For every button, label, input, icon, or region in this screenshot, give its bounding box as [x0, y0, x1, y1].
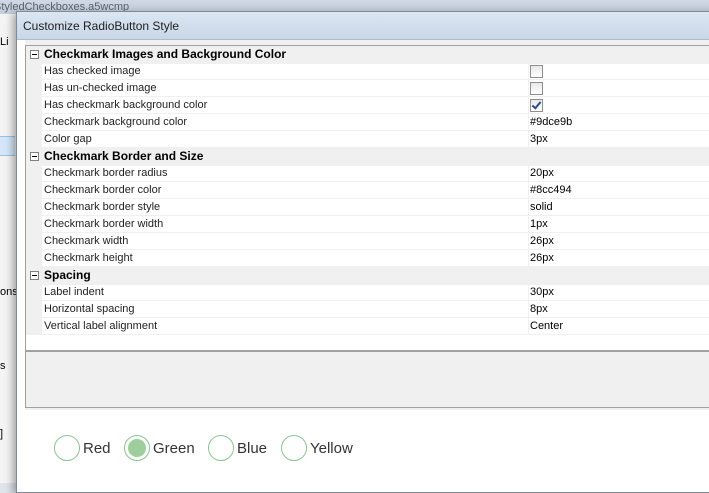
property-value	[528, 63, 709, 80]
property-name: Checkmark border radius	[42, 165, 529, 182]
dialog-title: Customize RadioButton Style	[23, 19, 180, 33]
property-row[interactable]: Vertical label alignment Center	[26, 318, 709, 335]
radio-label: Red	[83, 439, 111, 457]
property-row[interactable]: Checkmark border width 1px	[26, 216, 709, 233]
property-name: Has checkmark background color	[42, 97, 529, 114]
background-selected-row	[0, 136, 15, 156]
property-row[interactable]: Color gap 3px	[26, 131, 709, 148]
property-row[interactable]: Has un-checked image	[26, 80, 709, 97]
background-text-fragment: ]	[0, 428, 4, 440]
property-row[interactable]: Horizontal spacing 8px	[26, 301, 709, 318]
background-text-fragment: ons	[0, 286, 16, 298]
property-row[interactable]: Has checked image	[26, 63, 709, 80]
property-name: Checkmark border color	[42, 182, 529, 199]
property-name: Checkmark width	[42, 233, 529, 250]
radio-option-blue[interactable]: Blue	[208, 433, 267, 463]
radio-option-red[interactable]: Red	[54, 433, 111, 463]
property-row[interactable]: Checkmark border color #8cc494	[26, 182, 709, 199]
background-text-fragment: Li	[0, 36, 9, 48]
has-unchecked-image-checkbox[interactable]	[530, 82, 543, 95]
has-checked-image-checkbox[interactable]	[530, 65, 543, 78]
property-value[interactable]: 26px	[528, 250, 709, 267]
property-name: Checkmark border style	[42, 199, 529, 216]
property-name: Color gap	[42, 131, 529, 148]
property-value[interactable]: 20px	[528, 165, 709, 182]
radio-option-green[interactable]: Green	[124, 433, 195, 463]
radio-option-yellow[interactable]: Yellow	[281, 433, 353, 463]
property-value	[528, 97, 709, 114]
collapse-icon[interactable]	[30, 152, 39, 161]
property-row[interactable]: Label indent 30px	[26, 284, 709, 301]
property-value[interactable]: 30px	[528, 284, 709, 301]
customize-radiobutton-dialog: Customize RadioButton Style Checkmark Im…	[16, 11, 709, 493]
property-description-pane	[25, 351, 709, 408]
property-value[interactable]: solid	[528, 199, 709, 216]
property-value[interactable]: #8cc494	[528, 182, 709, 199]
property-row[interactable]: Checkmark height 26px	[26, 250, 709, 267]
property-row[interactable]: Checkmark border radius 20px	[26, 165, 709, 182]
radio-label: Blue	[237, 439, 268, 457]
property-value	[528, 80, 709, 97]
property-row[interactable]: Checkmark border style solid	[26, 199, 709, 216]
collapse-icon[interactable]	[30, 50, 39, 59]
category-checkmark-border-size[interactable]: Checkmark Border and Size	[26, 148, 709, 166]
radiobutton-preview: Red Green Blue Yellow	[25, 410, 709, 492]
property-name: Checkmark background color	[42, 114, 529, 131]
property-value[interactable]: 1px	[528, 216, 709, 233]
category-label: Spacing	[44, 268, 91, 282]
property-value[interactable]: Center	[528, 318, 709, 335]
category-label: Checkmark Border and Size	[44, 149, 204, 163]
dialog-titlebar[interactable]: Customize RadioButton Style	[17, 12, 709, 40]
property-value[interactable]: 3px	[528, 131, 709, 148]
property-row[interactable]: Checkmark background color #9dce9b	[26, 114, 709, 131]
category-spacing[interactable]: Spacing	[26, 267, 709, 285]
property-name: Vertical label alignment	[42, 318, 529, 335]
dialog-content: Checkmark Images and Background Color Ha…	[25, 40, 709, 492]
property-name: Has checked image	[42, 63, 529, 80]
background-side-panel: Li ons s ]	[0, 14, 17, 483]
radio-circle[interactable]	[208, 435, 234, 461]
property-value[interactable]: 8px	[528, 301, 709, 318]
property-name: Horizontal spacing	[42, 301, 529, 318]
property-value[interactable]: 26px	[528, 233, 709, 250]
radio-circle[interactable]	[54, 435, 80, 461]
property-row[interactable]: Has checkmark background color	[26, 97, 709, 114]
radio-label: Green	[153, 439, 195, 457]
property-row[interactable]: Checkmark width 26px	[26, 233, 709, 250]
radio-label: Yellow	[310, 439, 353, 457]
radio-circle[interactable]	[281, 435, 307, 461]
background-text-fragment: s	[0, 360, 6, 372]
property-name: Label indent	[42, 284, 529, 301]
category-label: Checkmark Images and Background Color	[44, 47, 287, 61]
collapse-icon[interactable]	[30, 271, 39, 280]
property-value[interactable]: #9dce9b	[528, 114, 709, 131]
has-checkmark-background-color-checkbox[interactable]	[530, 99, 543, 112]
category-checkmark-images[interactable]: Checkmark Images and Background Color	[26, 46, 709, 64]
property-grid: Checkmark Images and Background Color Ha…	[25, 45, 709, 351]
property-name: Checkmark height	[42, 250, 529, 267]
radio-circle[interactable]	[124, 435, 150, 461]
property-name: Checkmark border width	[42, 216, 529, 233]
property-name: Has un-checked image	[42, 80, 529, 97]
